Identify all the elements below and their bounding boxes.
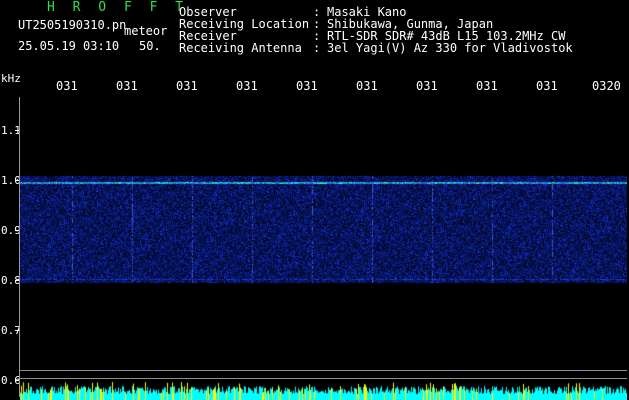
x-tick-7: 031 [416,79,438,93]
hrofft-screen: H R O F F T UT2505190310.pn meteor 25.05… [0,0,629,400]
x-tick-1: 031 [56,79,78,93]
antenna-value: 3el Yagi(V) Az 330 for Vladivostok [327,41,573,55]
x-tick-6: 031 [356,79,378,93]
brand-title: H R O F F T [47,0,189,15]
x-tick-3: 031 [176,79,198,93]
signal-level-bar [20,380,627,400]
file-name: UT2505190310.pn [18,18,127,32]
mode-label: meteor [124,24,168,38]
antenna-label: Receiving Antenna [179,41,302,55]
reference-line [20,370,627,371]
frame-number: 50. [139,39,161,53]
x-tick-9: 031 [536,79,558,93]
x-tick-2: 031 [116,79,138,93]
date-time: 25.05.19 03:10 [18,39,120,53]
x-tick-5: 031 [296,79,318,93]
x-tick-8: 031 [476,79,498,93]
y-axis-unit: kHz [1,72,21,85]
x-tick-4: 031 [236,79,258,93]
reference-line [20,378,627,379]
x-tick-10: 0320 [592,79,621,93]
antenna-separator: : [313,41,321,55]
spectrogram-waterfall [20,97,627,377]
